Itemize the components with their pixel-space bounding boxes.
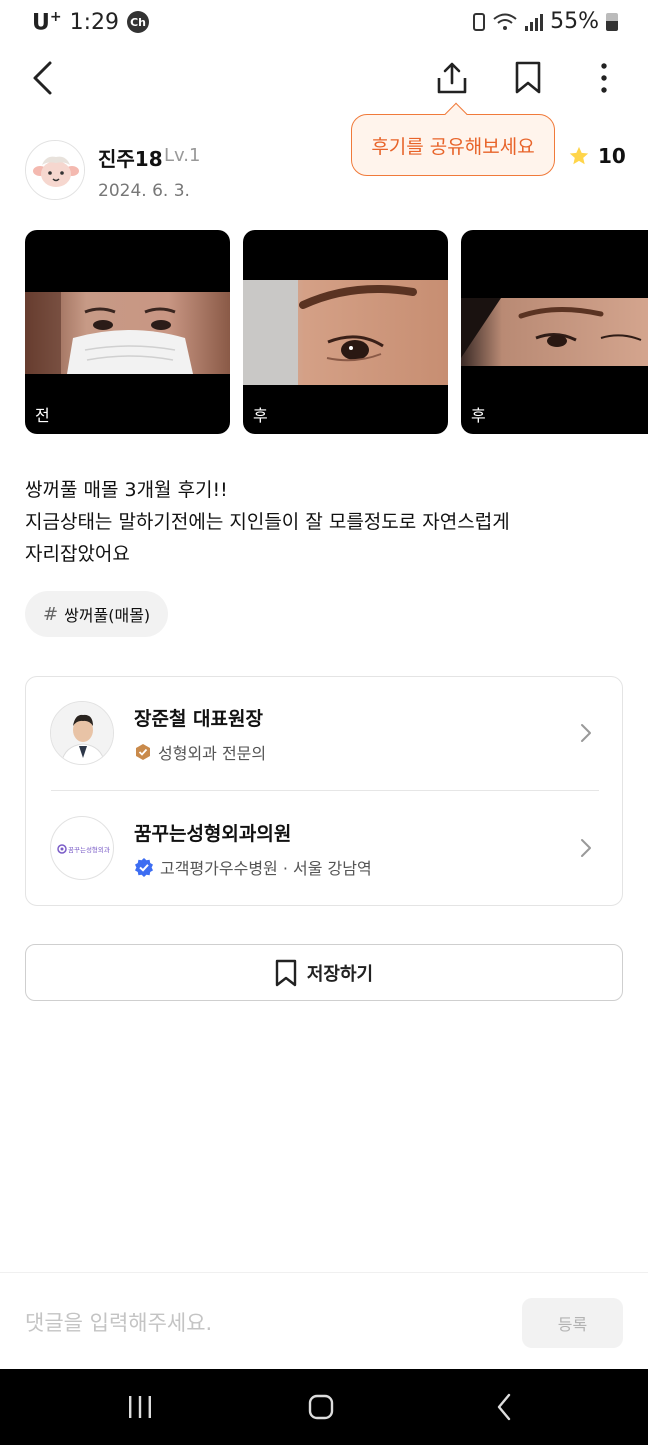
review-line: 쌍꺼풀 매몰 3개월 후기!! (25, 479, 228, 501)
signal-icon (525, 13, 544, 31)
more-vertical-icon (601, 63, 607, 93)
status-time: 1:29 (69, 9, 120, 35)
chevron-right-icon (581, 724, 591, 742)
photo-label: 전 (35, 406, 50, 425)
specialist-badge-icon (136, 744, 150, 760)
battery-saver-icon (473, 12, 486, 31)
system-back-button[interactable] (482, 1387, 526, 1427)
after-eye-image-1 (243, 280, 448, 385)
doctor-name: 장준철 대표원장 (134, 708, 263, 730)
app-bar (0, 52, 648, 106)
clinic-logo-image: 꿈꾸는성형외과 (57, 844, 110, 854)
photo-gallery[interactable]: 전 후 후 (25, 230, 648, 434)
share-icon (437, 62, 467, 94)
hashtag-chip[interactable]: # 쌍꺼풀(매몰) (25, 591, 169, 637)
comment-bar: 등록 (0, 1272, 648, 1369)
clinic-row[interactable]: 꿈꾸는성형외과 꿈꾸는성형외과의원 고객평가우수병원 · 서울 강남역 (26, 792, 622, 906)
clinic-logo: 꿈꾸는성형외과 (50, 816, 114, 880)
home-button[interactable] (299, 1387, 343, 1427)
carrier-label: U+ (32, 9, 62, 36)
clinic-info-text: 고객평가우수병원 · 서울 강남역 (160, 859, 372, 878)
clinic-name: 꿈꾸는성형외과의원 (134, 823, 292, 845)
chevron-right-icon (581, 839, 591, 857)
photo-label: 후 (471, 406, 486, 425)
doctor-specialty-text: 성형외과 전문의 (158, 744, 267, 763)
share-tooltip[interactable]: 후기를 공유해보세요 (351, 102, 555, 176)
status-bar-left: U+ 1:29 Ch (32, 9, 150, 36)
doctor-row[interactable]: 장준철 대표원장 성형외과 전문의 (26, 677, 622, 791)
back-button[interactable] (20, 56, 64, 100)
doctor-specialty: 성형외과 전문의 (134, 740, 266, 764)
verified-badge-icon (135, 858, 153, 877)
star-icon (569, 146, 589, 165)
author-name[interactable]: 진주18 (98, 143, 163, 172)
battery-icon (606, 12, 618, 31)
tooltip-arrow (444, 102, 468, 126)
share-button[interactable] (430, 56, 474, 100)
chat-notification-icon: Ch (127, 11, 150, 34)
hashtag-label: 쌍꺼풀(매몰) (64, 606, 151, 625)
author-avatar[interactable] (25, 140, 85, 200)
photo-after-1[interactable]: 후 (243, 230, 448, 434)
recent-apps-button[interactable] (118, 1387, 162, 1427)
bookmark-icon (515, 61, 541, 94)
review-body: 쌍꺼풀 매몰 3개월 후기!! 지금상태는 말하기전에는 지인들이 잘 모를정도… (25, 474, 625, 570)
save-button-label: 저장하기 (306, 963, 374, 985)
status-bar: U+ 1:29 Ch 55% (0, 0, 648, 44)
save-button[interactable]: 저장하기 (25, 944, 623, 1001)
home-icon (308, 1394, 334, 1420)
author-level: Lv.1 (164, 145, 201, 166)
hash-icon: # (43, 603, 59, 625)
review-line: 자리잡았어요 (25, 543, 130, 565)
review-line: 지금상태는 말하기전에는 지인들이 잘 모를정도로 자연스럽게 (25, 511, 510, 533)
tooltip-text: 후기를 공유해보세요 (371, 135, 535, 158)
provider-card: 장준철 대표원장 성형외과 전문의 꿈꾸는성형외과 꿈꾸는성형외과의원 고객평가… (25, 676, 623, 906)
bookmark-icon (275, 959, 297, 986)
photo-label: 후 (253, 406, 268, 425)
rating-value: 10 (598, 144, 626, 168)
card-divider (51, 790, 599, 791)
sheep-avatar-icon (26, 141, 84, 199)
more-options-button[interactable] (582, 56, 626, 100)
rating: 10 (568, 144, 626, 168)
doctor-avatar (50, 701, 114, 765)
submit-comment-button[interactable]: 등록 (522, 1298, 623, 1348)
system-nav-bar (0, 1369, 648, 1445)
status-bar-right: 55% (473, 9, 618, 34)
comment-input[interactable] (25, 1301, 505, 1345)
recent-apps-icon (129, 1396, 151, 1418)
wifi-icon (493, 13, 517, 30)
post-date: 2024. 6. 3. (98, 181, 190, 201)
clinic-logo-text: 꿈꾸는성형외과 (68, 845, 110, 854)
photo-before[interactable]: 전 (25, 230, 230, 434)
after-eye-image-2 (461, 298, 648, 366)
chevron-left-icon (33, 61, 52, 95)
bookmark-button[interactable] (506, 56, 550, 100)
before-face-image (25, 292, 230, 374)
photo-after-2[interactable]: 후 (461, 230, 648, 434)
clinic-info: 고객평가우수병원 · 서울 강남역 (134, 855, 372, 879)
battery-percent: 55% (550, 9, 599, 34)
back-arrow-icon (497, 1393, 511, 1421)
doctor-photo (51, 702, 113, 764)
